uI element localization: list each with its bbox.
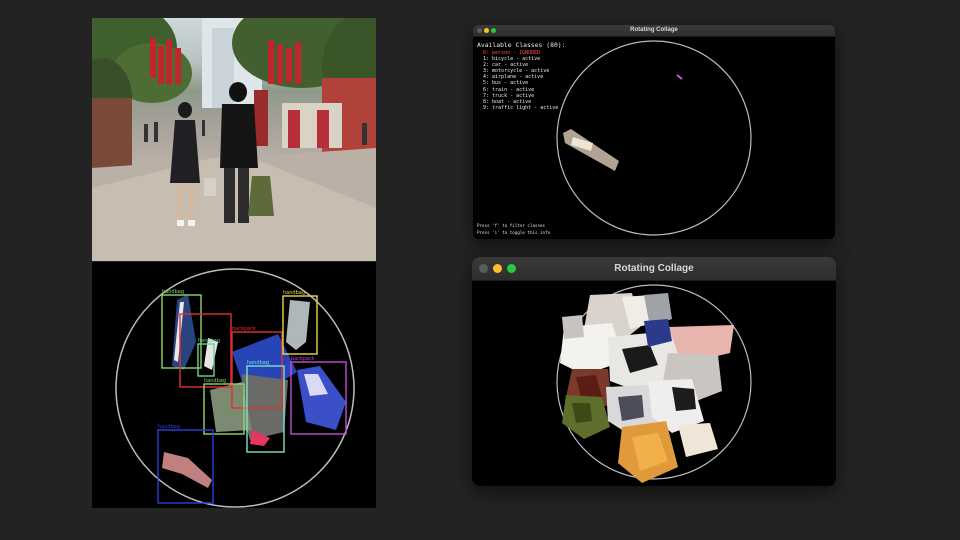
collage-fragments [560,293,734,483]
bbox-label: handbag [162,289,184,295]
help-line-filter: Press 'f' to filter classes [477,223,546,228]
bbox-label: handbag [198,338,220,344]
bbox-label: backpack [232,326,256,332]
help-footer: Press 'f' to filter classes Press 'i' to… [477,222,550,236]
help-line-info: Press 'i' to toggle this info [477,230,551,235]
bbox-label: handbag [158,424,180,430]
street-photo [92,18,376,261]
detection-canvas: handbag handbag backpack handbag handbag… [115,268,355,508]
collage-circle [556,40,752,236]
collage-canvas [556,284,752,483]
bbox-label: handbag [283,290,305,296]
detection-view: handbag handbag backpack handbag handbag… [92,262,376,508]
collage-window: Rotating Collage [472,257,836,486]
collage-canvas [556,40,752,236]
street-scene-illustration [92,18,376,261]
bbox-label: handbag [204,378,226,384]
bbox-label: handbag [247,360,269,366]
bbox-label: backpack [291,356,315,362]
info-window: Rotating Collage Available Classes (80):… [473,25,835,239]
